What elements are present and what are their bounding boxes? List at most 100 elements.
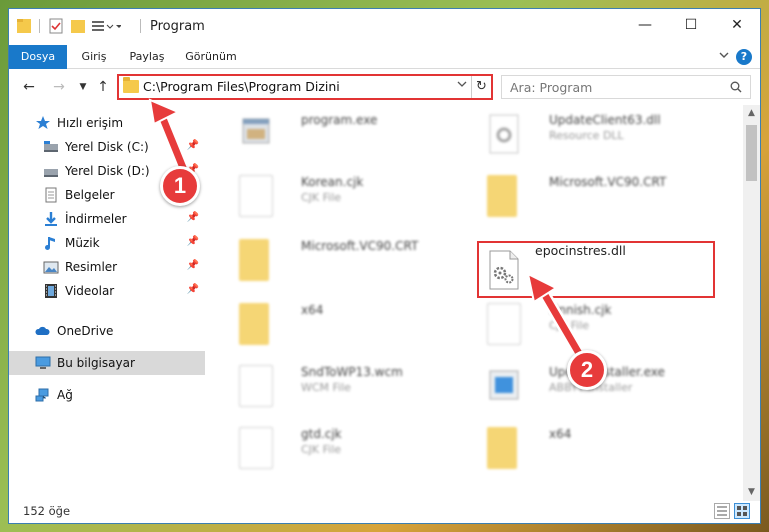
file-type: CJK File [549,319,590,332]
vertical-scrollbar[interactable]: ▲ ▼ [743,105,760,501]
list-item[interactable]: gtd.cjk CJK File [231,421,471,473]
recent-locations-icon[interactable]: ▼ [73,77,93,97]
list-item[interactable]: Microsoft.VC90.CRT [479,169,719,221]
tab-home[interactable]: Giriş [77,45,111,69]
drive-icon [44,169,58,177]
address-path[interactable]: C:\Program Files\Program Dizini [143,79,340,94]
documents-icon [45,187,57,203]
star-icon [36,116,50,129]
sidebar-item-label: Müzik [65,236,100,250]
list-item[interactable]: x64 [479,421,719,473]
pin-icon[interactable]: 📌 [187,236,199,247]
sidebar-item-this-pc[interactable]: Bu bilgisayar [9,351,205,375]
sidebar-item-label: Bu bilgisayar [57,356,135,370]
selected-file-highlight [477,241,715,298]
sidebar-item-label: Videolar [65,284,115,298]
pin-icon[interactable]: 📌 [187,260,199,271]
refresh-icon[interactable]: ↻ [471,76,491,98]
up-arrow-icon[interactable]: ↑ [93,77,113,97]
sidebar-item-label: Ağ [57,388,73,402]
file-name: SndToWP13.wcm [301,365,403,379]
search-box[interactable]: Ara: Program [501,75,751,99]
title-bar: Program — ☐ ✕ [9,9,760,41]
status-bar: 152 öğe [9,499,760,523]
sidebar-item-pictures[interactable]: Resimler 📌 [9,255,205,279]
music-icon [45,237,55,250]
file-name: program.exe [301,113,378,127]
cloud-icon [35,326,50,335]
address-bar[interactable]: C:\Program Files\Program Dizini ↻ [117,74,493,100]
close-button[interactable]: ✕ [714,9,760,41]
explorer-window: Program — ☐ ✕ Dosya Giriş Paylaş Görünüm… [8,8,761,524]
tab-view[interactable]: Görünüm [183,45,239,69]
network-icon [35,388,49,402]
file-name: x64 [549,427,572,441]
list-item[interactable]: Korean.cjk CJK File [231,169,471,221]
download-icon [45,212,57,226]
forward-arrow-icon[interactable]: → [49,77,69,97]
pin-icon[interactable]: 📌 [187,284,199,295]
search-icon[interactable] [730,81,742,93]
details-view-icon[interactable] [714,503,730,519]
sidebar-item-network[interactable]: Ağ [9,383,205,407]
file-name: Finnish.cjk [549,303,612,317]
help-icon[interactable]: ? [736,49,752,65]
sidebar-item-label: Hızlı erişim [57,116,124,130]
expand-ribbon-icon[interactable] [718,49,730,64]
file-name: Korean.cjk [301,175,364,189]
list-item[interactable]: x64 [231,297,471,349]
properties-icon[interactable] [49,17,63,35]
ribbon-tabs: Dosya Giriş Paylaş Görünüm ? [9,45,760,69]
sidebar-item-label: Belgeler [65,188,115,202]
title-separator [140,19,141,33]
file-name: Microsoft.VC90.CRT [301,239,419,253]
sidebar-item-label: OneDrive [57,324,114,338]
navigation-bar: ← → ▼ ↑ C:\Program Files\Program Dizini … [9,71,760,103]
sidebar-item-music[interactable]: Müzik 📌 [9,231,205,255]
installer-icon [489,370,519,400]
separator [39,17,40,35]
list-item[interactable]: program.exe [231,107,471,159]
list-item[interactable]: Microsoft.VC90.CRT [231,233,471,285]
minimize-button[interactable]: — [622,9,668,41]
file-name: UpdateClient63.dll [549,113,661,127]
sidebar-item-local-disk-c[interactable]: Yerel Disk (C:) 📌 [9,135,205,159]
file-icon [487,303,521,345]
step-badge-2: 2 [567,350,607,390]
back-arrow-icon[interactable]: ← [19,77,39,97]
file-name: x64 [301,303,324,317]
quick-access-folder-icon[interactable] [17,17,31,35]
file-name: Microsoft.VC90.CRT [549,175,667,189]
videos-icon [45,284,57,298]
file-type: CJK File [301,191,342,204]
tab-share[interactable]: Paylaş [123,45,171,69]
list-item[interactable]: SndToWP13.wcm WCM File [231,359,471,411]
sidebar-item-quick-access[interactable]: Hızlı erişim [9,111,205,135]
window-title: Program [150,19,205,34]
file-type: WCM File [301,381,351,394]
address-dropdown-icon[interactable] [457,79,467,92]
new-folder-icon[interactable] [71,17,85,35]
scroll-up-icon[interactable]: ▲ [743,105,760,122]
pin-icon[interactable]: 📌 [187,212,199,223]
customize-toolbar-icon[interactable] [91,17,121,35]
scroll-thumb[interactable] [746,125,757,181]
list-item[interactable]: UpdateClient63.dll Resource DLL [479,107,719,159]
large-icons-view-icon[interactable] [734,503,750,519]
sidebar-item-label: Yerel Disk (D:) [65,164,150,178]
file-icon [239,365,273,407]
pin-icon[interactable]: 📌 [187,140,199,151]
drive-icon [44,141,58,152]
sidebar-item-downloads[interactable]: İndirmeler 📌 [9,207,205,231]
pictures-icon [43,261,59,274]
search-input[interactable]: Ara: Program [510,80,592,95]
list-item[interactable]: Finnish.cjk CJK File [479,297,719,349]
tab-file[interactable]: Dosya [9,45,67,69]
file-icon [239,427,273,469]
sidebar-item-onedrive[interactable]: OneDrive [9,319,205,343]
maximize-button[interactable]: ☐ [668,9,714,41]
sidebar-item-videos[interactable]: Videolar 📌 [9,279,205,303]
item-count: 152 öğe [23,504,71,518]
folder-icon [239,239,269,281]
exe-icon [242,118,270,144]
